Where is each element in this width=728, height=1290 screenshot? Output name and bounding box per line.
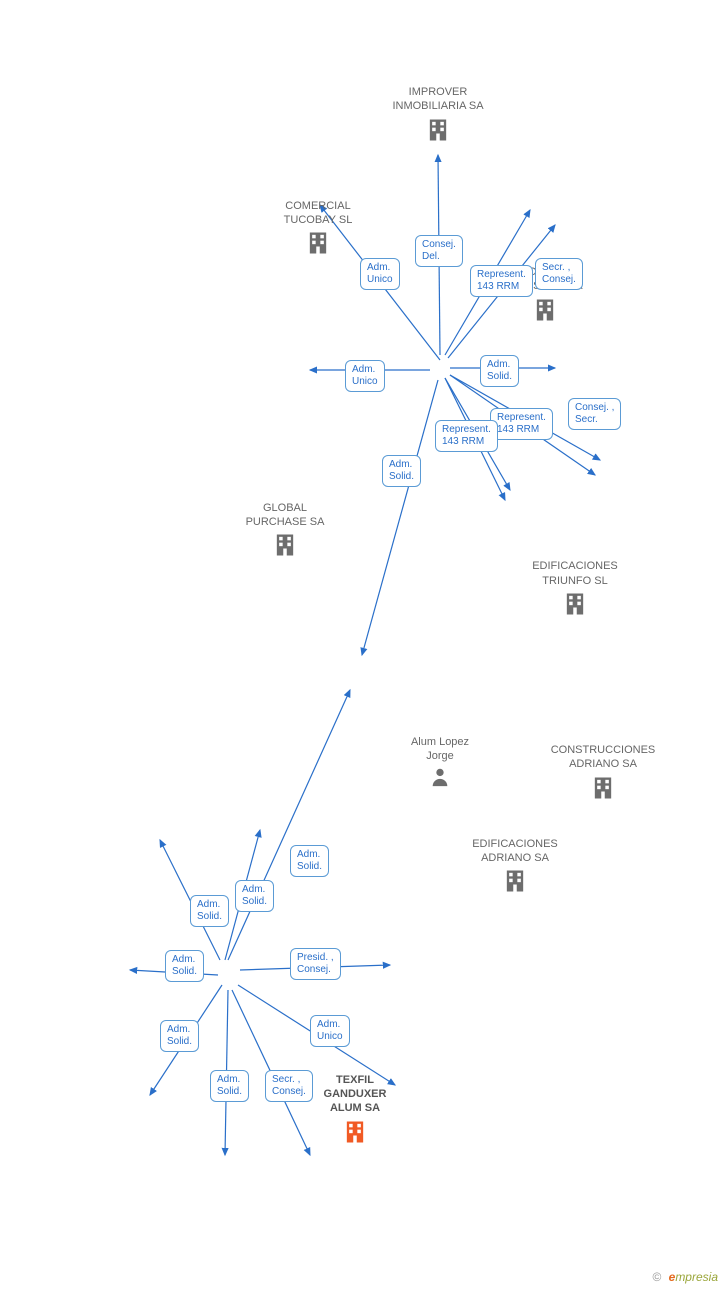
building-icon [589, 774, 617, 802]
company-label: EDIFICACIONES ADRIANO SA [455, 837, 575, 866]
role-represent-143: Represent. 143 RRM [435, 420, 498, 452]
role-represent-143: Represent. 143 RRM [470, 265, 533, 297]
role-adm-solid: Adm. Solid. [382, 455, 421, 487]
company-label: IMPROVER INMOBILIARIA SA [378, 85, 498, 114]
footer-brand: © empresia [652, 1270, 718, 1284]
role-adm-solid: Adm. Solid. [165, 950, 204, 982]
role-represent-143: Represent. 143 RRM [490, 408, 553, 440]
building-icon [531, 296, 559, 324]
copyright-symbol: © [652, 1270, 661, 1284]
person-label: Alum Lopez Jorge [380, 735, 500, 764]
role-adm-solid: Adm. Solid. [235, 880, 274, 912]
role-secr-consej: Secr. , Consej. [265, 1070, 313, 1102]
node-triunfo[interactable]: EDIFICACIONES TRIUNFO SL [515, 559, 635, 618]
node-tucobay[interactable]: COMERCIAL TUCOBAY SL [258, 199, 378, 258]
person-icon [429, 766, 451, 788]
node-focus-texfil[interactable]: TEXFIL GANDUXER ALUM SA [295, 1073, 415, 1146]
company-label: EDIFICACIONES TRIUNFO SL [515, 559, 635, 588]
role-adm-unico: Adm. Unico [310, 1015, 350, 1047]
role-adm-solid: Adm. Solid. [480, 355, 519, 387]
role-consej-secr: Consej. , Secr. [568, 398, 621, 430]
building-icon [424, 116, 452, 144]
brand-rest: mpresia [675, 1270, 718, 1284]
company-label: CONSTRUCCIONES ADRIANO SA [543, 743, 663, 772]
node-edificaciones-adriano[interactable]: EDIFICACIONES ADRIANO SA [455, 837, 575, 896]
role-adm-solid: Adm. Solid. [290, 845, 329, 877]
node-improver[interactable]: IMPROVER INMOBILIARIA SA [378, 85, 498, 144]
node-global-purchase[interactable]: GLOBAL PURCHASE SA [225, 501, 345, 560]
company-label: COMERCIAL TUCOBAY SL [258, 199, 378, 228]
role-adm-solid: Adm. Solid. [210, 1070, 249, 1102]
node-person-alum-lopez[interactable]: Alum Lopez Jorge [380, 735, 500, 788]
role-adm-solid: Adm. Solid. [190, 895, 229, 927]
role-adm-unico: Adm. Unico [345, 360, 385, 392]
building-icon [271, 531, 299, 559]
role-consej-del: Consej. Del. [415, 235, 463, 267]
role-presid-consej: Presid. , Consej. [290, 948, 341, 980]
role-secr-consej: Secr. , Consej. [535, 258, 583, 290]
company-label: TEXFIL GANDUXER ALUM SA [295, 1073, 415, 1116]
role-adm-solid: Adm. Solid. [160, 1020, 199, 1052]
role-adm-unico: Adm. Unico [360, 258, 400, 290]
company-label: GLOBAL PURCHASE SA [225, 501, 345, 530]
building-icon [501, 867, 529, 895]
building-icon [304, 229, 332, 257]
node-construcciones-adriano[interactable]: CONSTRUCCIONES ADRIANO SA [543, 743, 663, 802]
building-icon [341, 1118, 369, 1146]
building-icon [561, 590, 589, 618]
